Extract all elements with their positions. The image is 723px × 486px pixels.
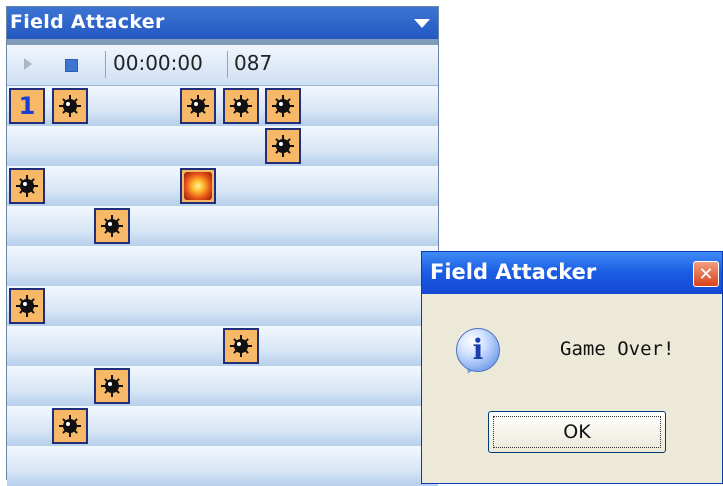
dialog-message: Game Over! (560, 338, 675, 360)
mine-icon (59, 95, 81, 117)
mine-tile[interactable] (52, 408, 88, 444)
ok-button-label: OK (493, 416, 661, 448)
play-icon[interactable] (24, 58, 32, 70)
dialog-title-bar: Field Attacker ✕ (422, 252, 722, 294)
exploded-mine-tile[interactable] (180, 168, 216, 204)
mine-tile[interactable] (52, 88, 88, 124)
toolbar-separator (105, 51, 106, 78)
mine-tile[interactable] (223, 328, 259, 364)
close-icon[interactable]: ✕ (693, 261, 719, 287)
mine-icon (230, 335, 252, 357)
explosion-icon (184, 172, 212, 200)
mine-tile[interactable] (265, 128, 301, 164)
window-title-bar: Field Attacker (7, 7, 438, 39)
window-title: Field Attacker (10, 11, 165, 33)
number-tile[interactable]: 1 (9, 88, 45, 124)
mine-tile[interactable] (94, 368, 130, 404)
mine-icon (59, 415, 81, 437)
field-row (7, 166, 438, 206)
field-row (7, 286, 438, 326)
game-window: Field Attacker 00:00:00 087 1 (6, 6, 439, 486)
mine-icon (16, 175, 38, 197)
info-icon: i (456, 328, 500, 372)
chevron-down-icon[interactable] (414, 19, 430, 28)
tile-number: 1 (18, 92, 36, 120)
mine-icon (272, 95, 294, 117)
field-row (7, 366, 438, 406)
field-row (7, 246, 438, 286)
stop-icon[interactable] (65, 59, 78, 72)
mine-icon (101, 375, 123, 397)
mine-tile[interactable] (223, 88, 259, 124)
mine-tile[interactable] (180, 88, 216, 124)
mine-counter: 087 (234, 51, 273, 75)
field-row (7, 446, 438, 486)
game-over-dialog: Field Attacker ✕ i Game Over! OK (421, 251, 723, 484)
ok-button[interactable]: OK (488, 411, 666, 453)
toolbar: 00:00:00 087 (7, 45, 438, 86)
mine-field[interactable]: 1 (7, 86, 438, 486)
mine-icon (187, 95, 209, 117)
mine-icon (230, 95, 252, 117)
mine-icon (272, 135, 294, 157)
dialog-body: i Game Over! OK (425, 294, 719, 481)
mine-icon (101, 215, 123, 237)
mine-tile[interactable] (94, 208, 130, 244)
dialog-title: Field Attacker (430, 260, 597, 284)
info-icon-glyph: i (472, 333, 484, 366)
field-row (7, 126, 438, 166)
mine-tile[interactable] (9, 168, 45, 204)
mine-tile[interactable] (9, 288, 45, 324)
mine-icon (16, 295, 38, 317)
field-row (7, 206, 438, 246)
mine-tile[interactable] (265, 88, 301, 124)
timer-display: 00:00:00 (113, 51, 203, 75)
toolbar-separator (227, 51, 228, 78)
